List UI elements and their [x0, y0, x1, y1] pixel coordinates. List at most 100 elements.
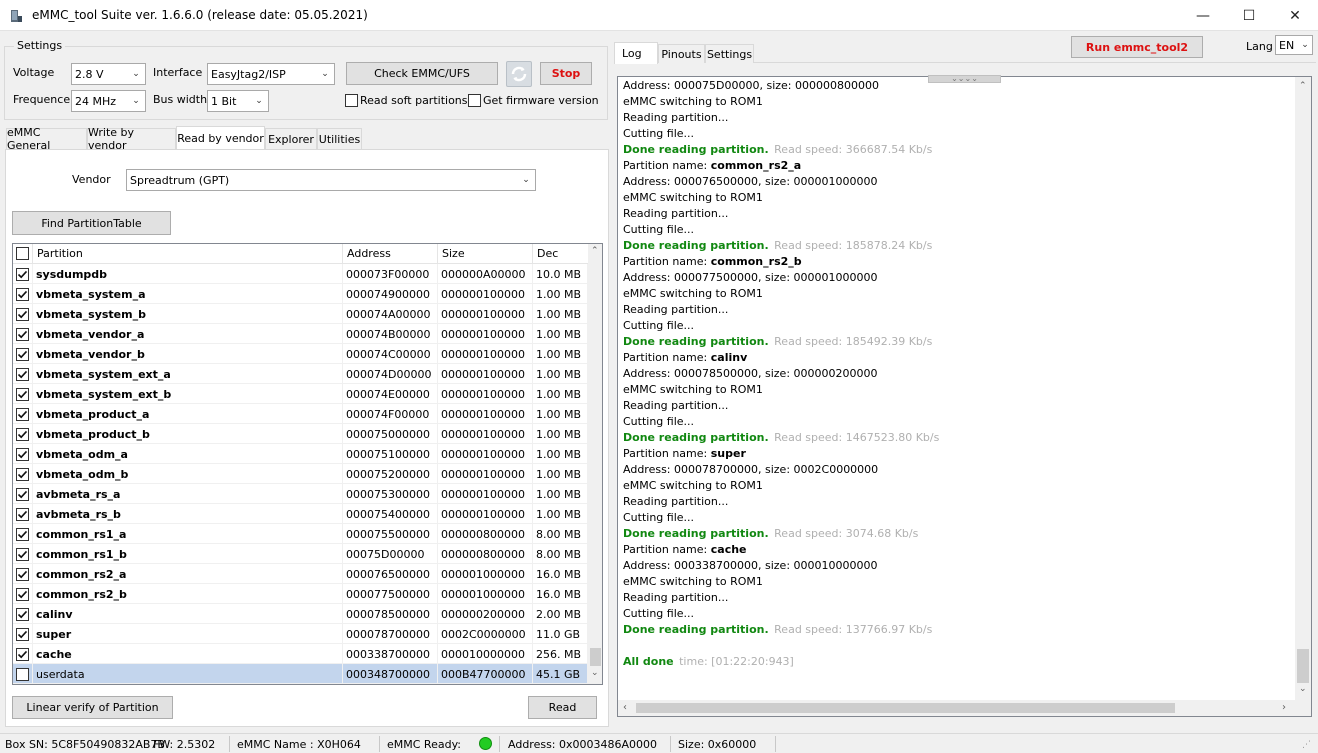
tab-pinouts[interactable]: Pinouts: [658, 44, 705, 63]
table-row[interactable]: vbmeta_system_ext_b 000074E00000 000000100…: [13, 384, 588, 404]
lang-select[interactable]: EN ⌄: [1275, 35, 1313, 55]
table-row[interactable]: common_rs1_b 00075D00000 000000800000 8.00 …: [13, 544, 588, 564]
row-checkbox[interactable]: [16, 267, 29, 281]
row-checkbox-cell[interactable]: [13, 544, 33, 564]
row-checkbox[interactable]: [16, 627, 29, 641]
row-checkbox[interactable]: [16, 367, 29, 381]
table-row[interactable]: vbmeta_vendor_b 000074C00000 000000100000 1…: [13, 344, 588, 364]
row-checkbox-cell[interactable]: [13, 484, 33, 504]
get-firmware-checkbox[interactable]: [468, 94, 481, 107]
check-emmc-button[interactable]: Check EMMC/UFS: [346, 62, 498, 85]
row-checkbox-cell[interactable]: [13, 364, 33, 384]
row-checkbox[interactable]: [16, 287, 29, 301]
row-checkbox[interactable]: [16, 507, 29, 521]
table-row[interactable]: vbmeta_odm_a 000075100000 000000100000 1.00…: [13, 444, 588, 464]
row-checkbox-cell[interactable]: [13, 424, 33, 444]
row-checkbox[interactable]: [16, 427, 29, 441]
row-checkbox-cell[interactable]: [13, 384, 33, 404]
column-header-size[interactable]: Size: [438, 244, 533, 264]
voltage-select[interactable]: 2.8 V ⌄: [71, 63, 146, 85]
tab-read-by-vendor[interactable]: Read by vendor: [176, 126, 265, 150]
run-emmc-tool2-button[interactable]: Run emmc_tool2: [1071, 36, 1203, 58]
tab-settings[interactable]: Settings: [705, 44, 754, 63]
column-header-address[interactable]: Address: [343, 244, 438, 264]
table-row[interactable]: vbmeta_system_a 000074900000 000000100000 1…: [13, 284, 588, 304]
close-button[interactable]: ✕: [1272, 0, 1318, 31]
row-checkbox-cell[interactable]: [13, 604, 33, 624]
tab-log[interactable]: Log: [614, 42, 658, 64]
row-checkbox-cell[interactable]: [13, 344, 33, 364]
vendor-select[interactable]: Spreadtrum (GPT) ⌄: [126, 169, 536, 191]
row-checkbox-cell[interactable]: [13, 624, 33, 644]
row-checkbox[interactable]: [16, 467, 29, 481]
table-row[interactable]: vbmeta_vendor_a 000074B00000 000000100000 1…: [13, 324, 588, 344]
row-checkbox[interactable]: [16, 347, 29, 361]
row-checkbox[interactable]: [16, 447, 29, 461]
row-checkbox[interactable]: [16, 607, 29, 621]
column-header-dec[interactable]: Dec: [533, 244, 589, 264]
row-checkbox[interactable]: [16, 527, 29, 541]
row-checkbox[interactable]: [16, 547, 29, 561]
row-checkbox-cell[interactable]: [13, 464, 33, 484]
row-checkbox[interactable]: [16, 587, 29, 601]
row-checkbox-cell[interactable]: [13, 584, 33, 604]
table-row[interactable]: cache 000338700000 000010000000 256. MB: [13, 644, 588, 664]
scroll-up-icon[interactable]: ⌃: [1299, 81, 1307, 91]
row-checkbox-cell[interactable]: [13, 524, 33, 544]
table-row[interactable]: common_rs2_a 000076500000 000001000000 16.0…: [13, 564, 588, 584]
frequence-select[interactable]: 24 MHz ⌄: [71, 90, 146, 112]
log-splitter-handle[interactable]: ⌄⌄⌄⌄: [928, 75, 1001, 83]
table-row[interactable]: userdata 000348700000 000B47700000 45.1 GB: [13, 664, 588, 684]
row-checkbox[interactable]: [16, 387, 29, 401]
row-checkbox-cell[interactable]: [13, 504, 33, 524]
read-soft-checkbox[interactable]: [345, 94, 358, 107]
table-row[interactable]: avbmeta_rs_a 000075300000 000000100000 1.00…: [13, 484, 588, 504]
row-checkbox[interactable]: [16, 647, 29, 661]
table-row[interactable]: super 000078700000 0002C0000000 11.0 GB: [13, 624, 588, 644]
tab-utilities[interactable]: Utilities: [317, 128, 362, 149]
scroll-down-icon[interactable]: ⌄: [1299, 684, 1307, 694]
minimize-button[interactable]: —: [1180, 0, 1226, 31]
row-checkbox[interactable]: [16, 487, 29, 501]
stop-button[interactable]: Stop: [540, 62, 592, 85]
table-row[interactable]: sysdumpdb 000073F00000 000000A00000 10.0 MB: [13, 264, 588, 284]
table-row[interactable]: common_rs1_a 000075500000 000000800000 8.00…: [13, 524, 588, 544]
table-row[interactable]: avbmeta_rs_b 000075400000 000000100000 1.00…: [13, 504, 588, 524]
row-checkbox-cell[interactable]: [13, 644, 33, 664]
table-row[interactable]: calinv 000078500000 000000200000 2.00 MB: [13, 604, 588, 624]
row-checkbox[interactable]: [16, 567, 29, 581]
table-row[interactable]: vbmeta_system_ext_a 000074D00000 000000100…: [13, 364, 588, 384]
scroll-down-icon[interactable]: ⌄: [591, 668, 599, 678]
header-select-all[interactable]: [13, 244, 33, 264]
row-checkbox[interactable]: [16, 307, 29, 321]
scroll-right-icon[interactable]: ›: [1282, 702, 1286, 713]
read-button[interactable]: Read: [528, 696, 597, 719]
table-row[interactable]: vbmeta_product_b 000075000000 000000100000…: [13, 424, 588, 444]
table-row[interactable]: vbmeta_product_a 000074F00000 000000100000…: [13, 404, 588, 424]
row-checkbox-cell[interactable]: [13, 404, 33, 424]
select-all-checkbox[interactable]: [16, 247, 29, 260]
refresh-button[interactable]: [506, 61, 532, 87]
log-hscrollbar-thumb[interactable]: [636, 703, 1175, 713]
table-scrollbar-thumb[interactable]: [590, 648, 601, 666]
maximize-button[interactable]: ☐: [1226, 0, 1272, 31]
scroll-left-icon[interactable]: ‹: [623, 702, 627, 713]
table-scrollbar[interactable]: ⌃ ⌄: [588, 244, 602, 684]
row-checkbox[interactable]: [16, 407, 29, 421]
row-checkbox-cell[interactable]: [13, 564, 33, 584]
row-checkbox-cell[interactable]: [13, 444, 33, 464]
row-checkbox-cell[interactable]: [13, 264, 33, 284]
table-row[interactable]: vbmeta_system_b 000074A00000 000000100000 1…: [13, 304, 588, 324]
tab-emmc-general[interactable]: eMMC General: [6, 126, 87, 152]
scroll-up-icon[interactable]: ⌃: [591, 246, 599, 256]
row-checkbox-cell[interactable]: [13, 324, 33, 344]
table-row[interactable]: common_rs2_b 000077500000 000001000000 16.0…: [13, 584, 588, 604]
tab-explorer[interactable]: Explorer: [265, 128, 317, 149]
row-checkbox-cell[interactable]: [13, 304, 33, 324]
linear-verify-button[interactable]: Linear verify of Partition: [12, 696, 173, 719]
log-hscrollbar[interactable]: ‹ ›: [618, 700, 1295, 716]
row-checkbox[interactable]: [16, 327, 29, 341]
row-checkbox[interactable]: [16, 667, 29, 681]
column-header-partition[interactable]: Partition: [33, 244, 343, 264]
tab-write-by-vendor[interactable]: Write by vendor: [87, 126, 176, 152]
